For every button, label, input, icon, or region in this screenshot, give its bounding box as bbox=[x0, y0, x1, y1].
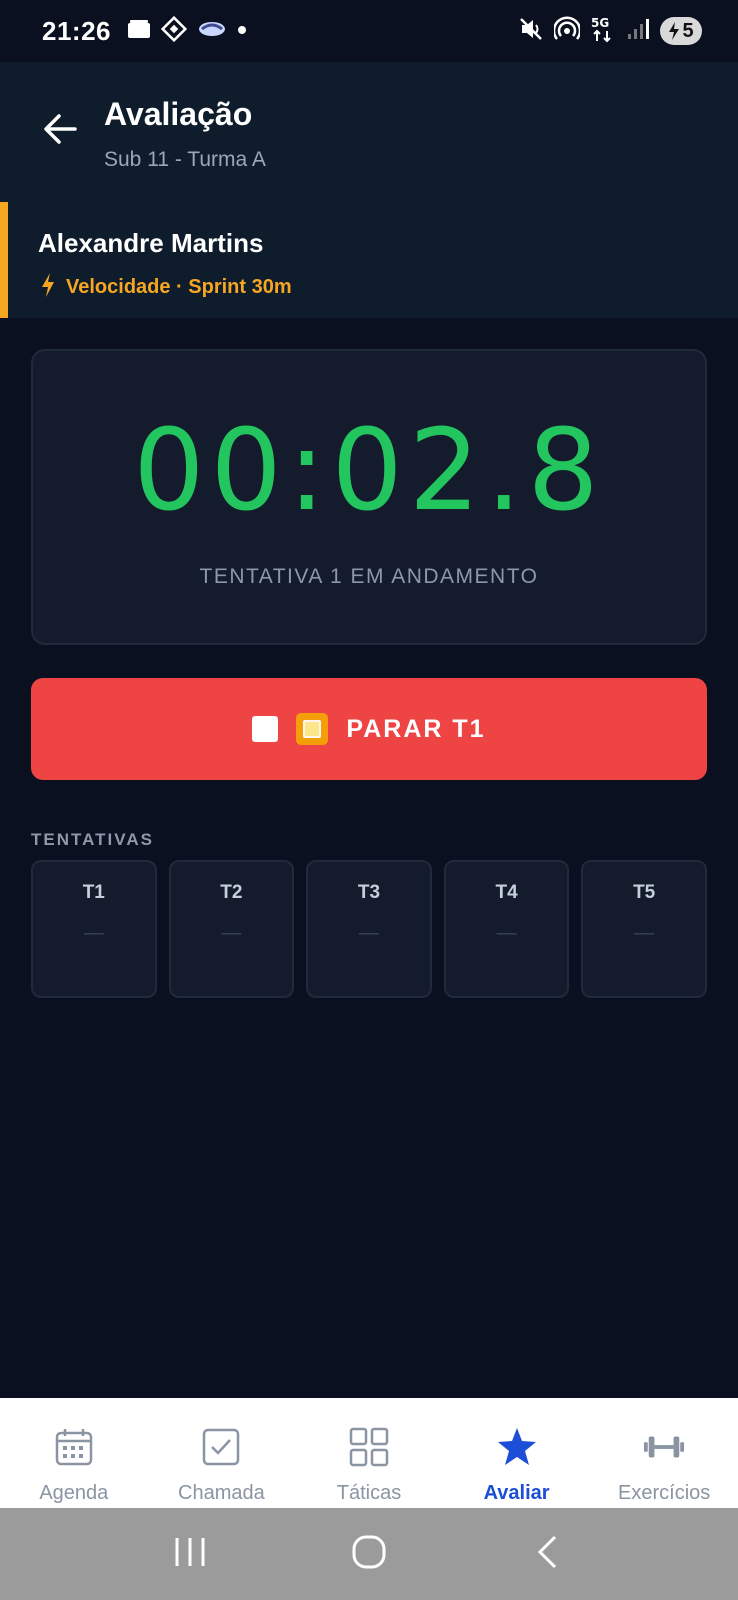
athlete-name: Alexandre Martins bbox=[38, 228, 264, 258]
test-name: Velocidade · Sprint 30m bbox=[66, 276, 292, 298]
hotspot-icon bbox=[552, 15, 582, 47]
home-button[interactable] bbox=[339, 1524, 399, 1584]
star-icon bbox=[496, 1426, 538, 1468]
attempt-card-t2[interactable]: T2 — bbox=[168, 860, 295, 998]
back-button[interactable] bbox=[36, 107, 84, 155]
nav-item-taticas[interactable]: Táticas bbox=[295, 1398, 443, 1508]
attempt-label: T5 bbox=[633, 882, 656, 903]
lightning-icon bbox=[40, 272, 56, 303]
attempt-card-t4[interactable]: T4 — bbox=[443, 860, 570, 998]
attempt-value: — bbox=[83, 922, 104, 944]
attempt-card-t5[interactable]: T5 — bbox=[581, 860, 707, 998]
app-header: Avaliação Sub 11 - Turma A bbox=[0, 62, 738, 202]
athlete-panel: Alexandre Martins Velocidade · Sprint 30… bbox=[0, 202, 738, 318]
test-info: Velocidade · Sprint 30m bbox=[40, 272, 292, 303]
nav-label: Exercícios bbox=[618, 1482, 711, 1504]
nav-item-chamada[interactable]: Chamada bbox=[148, 1398, 296, 1508]
system-back-button[interactable] bbox=[518, 1524, 578, 1584]
stop-button-label: PARAR T1 bbox=[346, 714, 486, 743]
dot-icon bbox=[237, 22, 247, 40]
recent-apps-button[interactable] bbox=[160, 1524, 220, 1584]
arrow-left-icon bbox=[42, 113, 78, 150]
mute-icon bbox=[518, 16, 544, 47]
stop-icon bbox=[252, 716, 279, 742]
page-subtitle: Sub 11 - Turma A bbox=[104, 148, 266, 171]
attempt-card-t1[interactable]: T1 — bbox=[31, 860, 157, 998]
notification-icons bbox=[127, 15, 247, 47]
dumbbell-icon bbox=[643, 1426, 685, 1468]
wallet-icon bbox=[127, 19, 151, 44]
nav-item-agenda[interactable]: Agenda bbox=[0, 1398, 148, 1508]
bottom-nav: Agenda Chamada Táticas Avaliar Exercício… bbox=[0, 1398, 738, 1508]
home-icon bbox=[351, 1534, 387, 1575]
nav-item-exercicios[interactable]: Exercícios bbox=[590, 1398, 738, 1508]
attempt-label: T4 bbox=[495, 882, 518, 903]
attempt-label: T1 bbox=[82, 882, 105, 903]
nav-label: Avaliar bbox=[483, 1482, 550, 1504]
stop-emoji-icon bbox=[296, 713, 329, 745]
status-time: 21:26 bbox=[42, 15, 111, 46]
stop-attempt-button[interactable]: PARAR T1 bbox=[31, 678, 707, 780]
timer-value: 00:02.8 bbox=[133, 406, 605, 536]
page-title: Avaliação bbox=[104, 96, 253, 132]
recent-apps-icon bbox=[173, 1536, 207, 1573]
diamond-app-icon bbox=[160, 15, 188, 47]
nav-item-avaliar[interactable]: Avaliar bbox=[443, 1398, 591, 1508]
timer-status: TENTATIVA 1 EM ANDAMENTO bbox=[199, 565, 539, 588]
system-nav-bar bbox=[0, 1508, 738, 1600]
attempt-card-t3[interactable]: T3 — bbox=[306, 860, 432, 998]
battery-indicator: 5 bbox=[660, 17, 702, 45]
attempts-list: T1 — T2 — T3 — T4 — T5 — bbox=[31, 860, 707, 998]
svg-text:5G: 5G bbox=[591, 16, 609, 30]
handshake-icon bbox=[197, 19, 227, 44]
attempt-value: — bbox=[496, 922, 517, 944]
attempt-label: T3 bbox=[357, 882, 381, 903]
checkbox-icon bbox=[200, 1426, 242, 1468]
nav-label: Chamada bbox=[178, 1482, 265, 1504]
5g-icon: 5G bbox=[590, 15, 616, 48]
attempt-label: T2 bbox=[220, 882, 243, 903]
attempt-value: — bbox=[634, 922, 655, 944]
battery-level: 5 bbox=[682, 19, 694, 42]
attempt-value: — bbox=[358, 922, 379, 944]
status-right-icons: 5G 5 bbox=[518, 15, 702, 48]
chevron-left-icon bbox=[535, 1534, 561, 1575]
nav-label: Agenda bbox=[39, 1482, 109, 1504]
status-bar: 21:26 5G 5 bbox=[0, 0, 738, 62]
attempts-title: TENTATIVAS bbox=[31, 830, 154, 849]
grid-icon bbox=[348, 1426, 390, 1468]
signal-icon bbox=[626, 17, 650, 46]
calendar-icon bbox=[53, 1426, 95, 1468]
attempt-value: — bbox=[221, 922, 242, 944]
timer-card: 00:02.8 TENTATIVA 1 EM ANDAMENTO bbox=[31, 349, 707, 645]
accent-bar bbox=[0, 202, 8, 318]
nav-label: Táticas bbox=[336, 1482, 402, 1504]
